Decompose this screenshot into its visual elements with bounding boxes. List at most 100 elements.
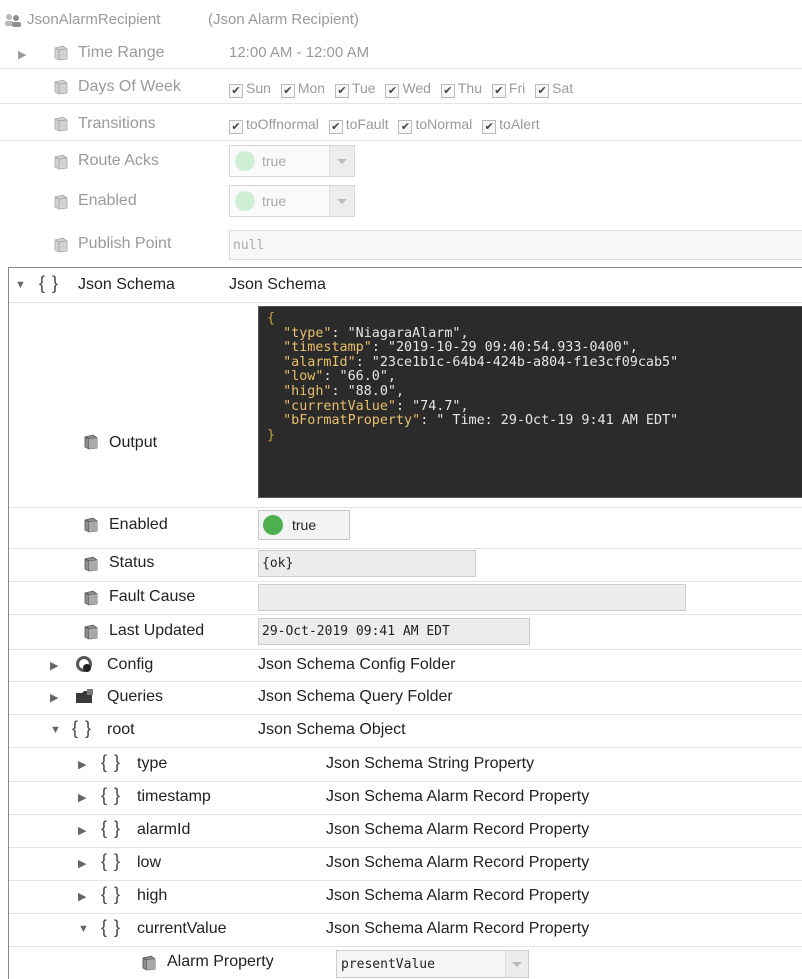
folder-icon [75, 689, 95, 705]
day-checkbox-fri[interactable]: ✔ Fri [491, 80, 525, 98]
json-brace-icon: { } [101, 785, 122, 805]
transition-checkbox-fault[interactable]: ✔ toFault [328, 116, 389, 134]
expand-arrow-icon[interactable]: ▶ [78, 824, 86, 837]
time-range-label: Time Range [78, 44, 165, 61]
schema-enabled-label: Enabled [109, 516, 168, 533]
days-checkbox-group: ✔ Sun ✔ Mon ✔ Tue ✔ Wed ✔ Thu ✔ Fri ✔ Sat [229, 80, 579, 98]
slot-icon [53, 194, 69, 210]
expand-arrow-icon[interactable]: ▶ [78, 758, 86, 771]
child-type-timestamp: Json Schema Alarm Record Property [326, 788, 590, 805]
component-type: (Json Alarm Recipient) [208, 11, 359, 28]
days-of-week-label: Days Of Week [78, 78, 181, 95]
transition-checkbox-offnormal[interactable]: ✔ toOffnormal [229, 116, 319, 134]
root-type: Json Schema Object [258, 721, 406, 738]
alarm-property-select[interactable]: presentValue [336, 950, 529, 978]
child-label-currentvalue[interactable]: currentValue [137, 920, 227, 938]
status-dot-icon [235, 151, 255, 171]
json-brace-icon: { } [72, 718, 93, 738]
transition-checkbox-normal[interactable]: ✔ toNormal [398, 116, 472, 134]
chevron-down-icon[interactable] [505, 951, 528, 977]
status-label: Status [109, 554, 155, 571]
child-type-alarmid: Json Schema Alarm Record Property [326, 821, 590, 838]
day-checkbox-mon[interactable]: ✔ Mon [280, 80, 325, 98]
gear-icon [75, 655, 93, 673]
slot-icon [53, 79, 69, 95]
status-dot-icon [235, 191, 255, 211]
route-acks-select[interactable]: true [229, 145, 355, 177]
schema-enabled-toggle[interactable]: true [258, 510, 350, 540]
child-label-timestamp[interactable]: timestamp [137, 788, 211, 806]
slot-icon [83, 517, 99, 533]
publish-point-field[interactable]: null [229, 230, 802, 260]
time-range-value[interactable]: 12:00 AM - 12:00 AM [229, 44, 369, 61]
json-output-line: "type": "NiagaraAlarm", [283, 325, 469, 341]
transition-checkbox-alert[interactable]: ✔ toAlert [482, 116, 540, 134]
json-output-line: "timestamp": "2019-10-29 09:40:54.933-04… [283, 340, 638, 356]
slot-icon [83, 434, 99, 450]
expand-arrow-icon[interactable]: ▶ [50, 691, 58, 704]
collapse-arrow-icon[interactable]: ▼ [78, 923, 89, 935]
transitions-checkbox-group: ✔ toOffnormal ✔ toFault ✔ toNormal ✔ toAlert [229, 116, 546, 134]
expand-arrow-icon[interactable]: ▶ [78, 857, 86, 870]
day-checkbox-thu[interactable]: ✔ Thu [440, 80, 482, 98]
json-schema-type: Json Schema [229, 276, 326, 293]
slot-icon [53, 237, 69, 253]
alarm-property-label: Alarm Property [167, 953, 274, 970]
child-label-alarmid[interactable]: alarmId [137, 821, 190, 839]
expand-arrow-icon[interactable]: ▶ [50, 659, 58, 672]
queries-label[interactable]: Queries [107, 688, 163, 706]
child-label-type[interactable]: type [137, 755, 167, 773]
json-output-line: "bFormatProperty": " Time: 29-Oct-19 9:4… [283, 413, 679, 429]
route-acks-label: Route Acks [78, 152, 159, 169]
json-schema-label: Json Schema [78, 276, 175, 293]
config-type: Json Schema Config Folder [258, 656, 456, 673]
last-updated-field: 29-Oct-2019 09:41 AM EDT [258, 618, 530, 645]
slot-icon [83, 624, 99, 640]
collapse-arrow-icon[interactable]: ▼ [15, 279, 26, 291]
json-brace-icon: { } [101, 917, 122, 937]
expand-arrow-icon[interactable]: ▶ [78, 890, 86, 903]
fault-cause-field [258, 584, 686, 611]
slot-icon [53, 154, 69, 170]
chevron-down-icon[interactable] [329, 146, 354, 176]
json-brace-icon: { } [101, 752, 122, 772]
enabled-label: Enabled [78, 192, 137, 209]
slot-icon [83, 556, 99, 572]
component-icon [4, 13, 22, 27]
transitions-label: Transitions [78, 115, 156, 132]
chevron-down-icon[interactable] [329, 186, 354, 216]
child-type-currentvalue: Json Schema Alarm Record Property [326, 920, 590, 937]
day-checkbox-sun[interactable]: ✔ Sun [229, 80, 271, 98]
expand-arrow-icon[interactable]: ▶ [78, 791, 86, 804]
day-checkbox-sat[interactable]: ✔ Sat [535, 80, 573, 98]
child-type-low: Json Schema Alarm Record Property [326, 854, 590, 871]
json-output-line: "alarmId": "23ce1b1c-64b4-424b-a804-f1e3… [283, 354, 679, 370]
slot-icon [53, 116, 69, 132]
status-dot-icon [263, 515, 283, 535]
json-brace-icon: { } [101, 818, 122, 838]
enabled-select[interactable]: true [229, 185, 355, 217]
status-field: {ok} [258, 550, 476, 577]
child-label-high[interactable]: high [137, 887, 167, 905]
collapse-arrow-icon[interactable]: ▼ [50, 724, 61, 736]
day-checkbox-tue[interactable]: ✔ Tue [334, 80, 376, 98]
json-output-area[interactable]: { "type": "NiagaraAlarm", "timestamp": "… [258, 306, 802, 498]
child-type-high: Json Schema Alarm Record Property [326, 887, 590, 904]
queries-type: Json Schema Query Folder [258, 688, 453, 705]
root-label[interactable]: root [107, 721, 135, 739]
child-label-low[interactable]: low [137, 854, 161, 872]
expand-arrow-icon[interactable]: ▶ [18, 48, 26, 61]
output-label: Output [109, 434, 158, 451]
publish-point-label: Publish Point [78, 235, 172, 252]
json-brace-icon: { } [39, 273, 60, 293]
day-checkbox-wed[interactable]: ✔ Wed [385, 80, 431, 98]
slot-icon [53, 45, 69, 61]
json-output-line: "currentValue": "74.7", [283, 398, 469, 414]
child-type-type: Json Schema String Property [326, 755, 535, 772]
json-output-line: "high": "88.0", [283, 383, 405, 399]
json-brace-icon: { } [101, 851, 122, 871]
json-output-text: { "type": "NiagaraAlarm", "timestamp": "… [259, 307, 802, 443]
config-label[interactable]: Config [107, 656, 153, 674]
last-updated-label: Last Updated [109, 622, 205, 639]
slot-icon [83, 590, 99, 606]
